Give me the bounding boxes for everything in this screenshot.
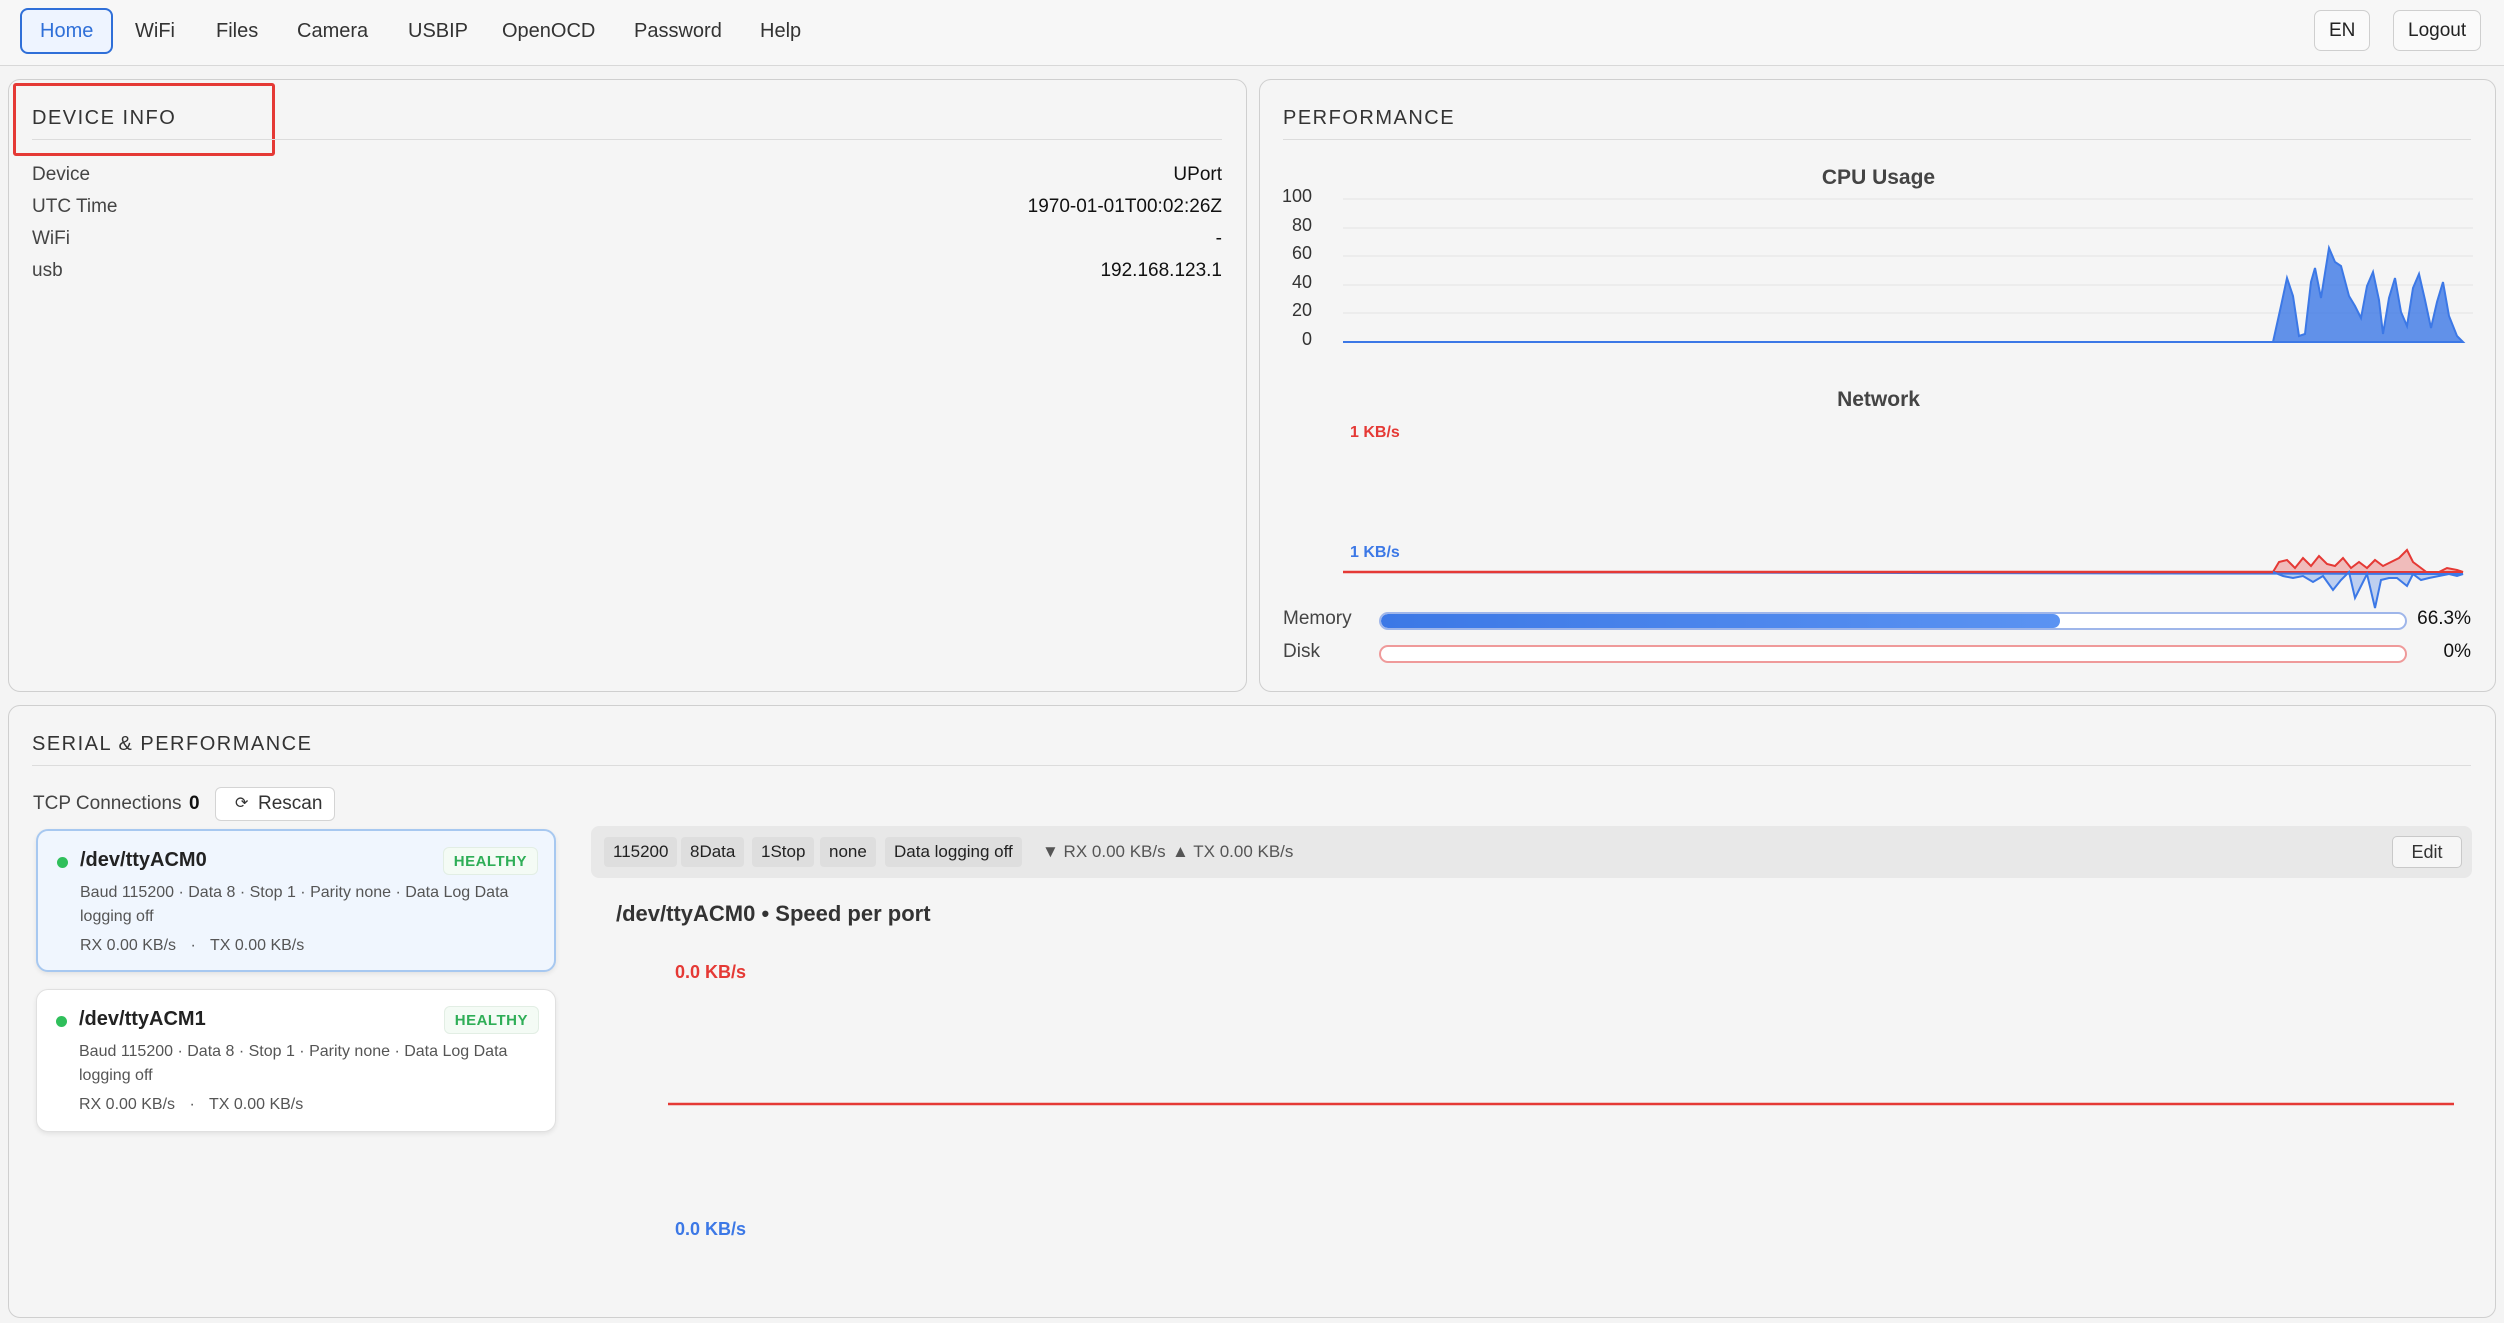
tcp-connections-count: 0	[189, 793, 200, 814]
port-rx-rate: RX 0.00 KB/s	[79, 1096, 176, 1113]
info-row-device: Device UPort	[32, 164, 1222, 192]
memory-percent: 66.3%	[2417, 608, 2471, 629]
port-tx-rate: TX 0.00 KB/s	[209, 937, 305, 954]
cpu-tick-label: 80	[1291, 215, 1312, 235]
cpu-tick-label: 20	[1291, 300, 1312, 320]
speed-tx-label: 0.0 KB/s	[675, 962, 747, 982]
port-description: Baud 115200 · Data 8 · Stop 1 · Parity n…	[79, 1043, 508, 1084]
port-description: Baud 115200 · Data 8 · Stop 1 · Parity n…	[80, 884, 509, 925]
memory-label: Memory	[1283, 608, 1352, 629]
tab-home[interactable]: Home	[20, 8, 114, 54]
status-badge: HEALTHY	[442, 847, 538, 875]
network-chart-title: Network	[1837, 388, 1920, 411]
port-name: /dev/ttyACM0	[80, 849, 207, 871]
language-button[interactable]: EN	[2314, 10, 2371, 51]
cpu-tick-label: 60	[1291, 243, 1312, 263]
logout-button[interactable]: Logout	[2393, 10, 2482, 51]
tab-camera[interactable]: Camera	[279, 8, 386, 54]
memory-progress-track	[1379, 612, 2407, 630]
disk-progress-track	[1379, 645, 2407, 663]
serial-title: SERIAL & PERFORMANCE	[32, 733, 313, 755]
info-key: Device	[32, 164, 91, 185]
separator: ·	[190, 937, 196, 954]
info-value: UPort	[1173, 164, 1222, 185]
rescan-label: Rescan	[258, 793, 323, 814]
top-navigation: Home WiFi Files Camera USBIP OpenOCD Pas…	[0, 0, 2504, 66]
refresh-icon: ⟳	[235, 795, 249, 812]
config-chip-logging: Data logging off	[885, 837, 1022, 867]
disk-bar-row: Disk 0%	[1283, 641, 2471, 665]
info-value: -	[1215, 228, 1222, 249]
performance-panel: PERFORMANCE CPU Usage 100 80 60 40 20 0 …	[1259, 79, 2496, 692]
config-chip-stop: 1Stop	[752, 837, 815, 867]
tab-wifi[interactable]: WiFi	[117, 8, 193, 54]
info-value: 1970-01-01T00:02:26Z	[1027, 196, 1222, 217]
info-row-wifi: WiFi -	[32, 228, 1222, 256]
config-chip-data: 8Data	[681, 837, 745, 867]
network-rx-area	[1343, 570, 2464, 609]
divider	[32, 139, 1222, 140]
tab-files[interactable]: Files	[198, 8, 276, 54]
device-info-panel: DEVICE INFO Device UPort UTC Time 1970-0…	[8, 79, 1247, 692]
rx-rate: ▼ RX 0.00 KB/s	[1042, 842, 1166, 861]
cpu-usage-chart	[1343, 198, 2473, 343]
network-tx-label: 1 KB/s	[1350, 424, 1400, 441]
info-row-usb: usb 192.168.123.1	[32, 260, 1222, 288]
tx-rate: ▲ TX 0.00 KB/s	[1172, 842, 1294, 861]
config-chip-parity: none	[820, 837, 876, 867]
tab-openocd[interactable]: OpenOCD	[484, 8, 613, 54]
status-badge: HEALTHY	[443, 1006, 539, 1034]
device-info-title: DEVICE INFO	[32, 107, 177, 129]
info-key: UTC Time	[32, 196, 118, 217]
port-io-rates: RX 0.00 KB/s · TX 0.00 KB/s	[80, 937, 304, 955]
divider	[32, 765, 2471, 766]
memory-bar-row: Memory 66.3%	[1283, 608, 2471, 632]
memory-progress-fill	[1381, 614, 2060, 628]
tcp-connections-label: TCP Connections	[33, 793, 182, 814]
separator: ·	[189, 1096, 195, 1113]
disk-percent: 0%	[2443, 641, 2471, 662]
port-rx-rate: RX 0.00 KB/s	[80, 937, 177, 954]
status-dot	[57, 857, 68, 868]
speed-chart	[668, 1102, 2454, 1106]
status-dot	[56, 1016, 67, 1027]
rescan-button[interactable]: ⟳ Rescan	[215, 787, 335, 821]
port-card-ttyacm1[interactable]: /dev/ttyACM1 HEALTHY Baud 115200 · Data …	[36, 989, 556, 1132]
port-io-rates: RX 0.00 KB/s · TX 0.00 KB/s	[79, 1096, 303, 1114]
edit-button[interactable]: Edit	[2392, 836, 2462, 868]
info-row-utc-time: UTC Time 1970-01-01T00:02:26Z	[32, 196, 1222, 224]
speed-rx-label: 0.0 KB/s	[675, 1219, 747, 1239]
info-value: 192.168.123.1	[1100, 260, 1222, 281]
tab-password[interactable]: Password	[616, 8, 740, 54]
divider	[1283, 139, 2471, 140]
cpu-area	[1343, 244, 2466, 343]
info-key: WiFi	[32, 228, 70, 249]
port-card-ttyacm0[interactable]: /dev/ttyACM0 HEALTHY Baud 115200 · Data …	[36, 829, 556, 972]
port-tx-rate: TX 0.00 KB/s	[208, 1096, 304, 1113]
performance-title: PERFORMANCE	[1283, 107, 1456, 129]
network-tx-area	[1343, 548, 2464, 576]
cpu-tick-label: 0	[1301, 329, 1312, 349]
cpu-tick-label: 100	[1281, 186, 1312, 206]
config-chip-baud: 115200	[604, 837, 678, 867]
disk-label: Disk	[1283, 641, 1320, 662]
port-name: /dev/ttyACM1	[79, 1008, 206, 1030]
info-key: usb	[32, 260, 63, 281]
cpu-chart-title: CPU Usage	[1821, 166, 1936, 189]
cpu-tick-label: 40	[1291, 272, 1312, 292]
speed-chart-title: /dev/ttyACM0 • Speed per port	[616, 901, 931, 926]
tab-usbip[interactable]: USBIP	[390, 8, 486, 54]
tab-help[interactable]: Help	[742, 8, 819, 54]
